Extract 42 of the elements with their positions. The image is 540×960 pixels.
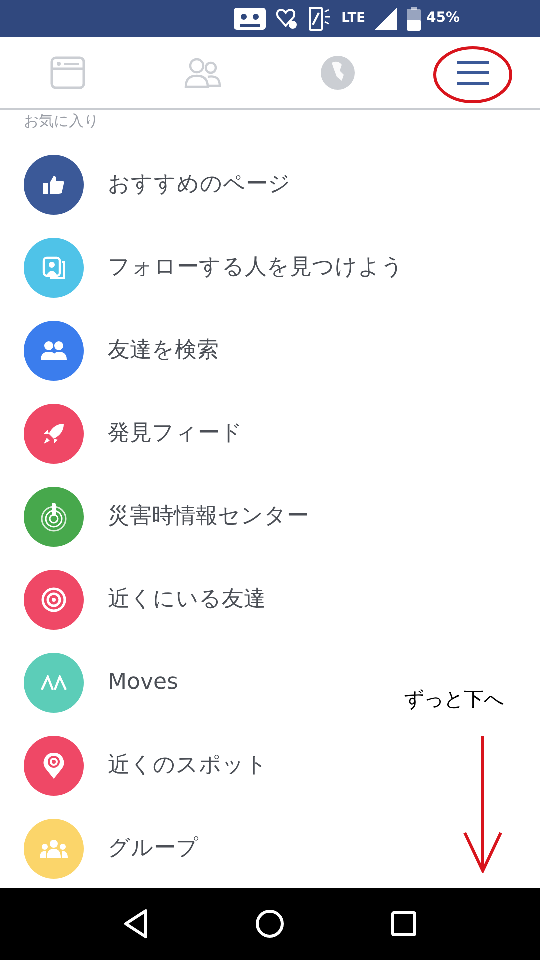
cassette-icon bbox=[234, 8, 266, 30]
menu-item-label: 近くにいる友達 bbox=[108, 586, 266, 614]
phone-vibrate-icon bbox=[308, 6, 332, 30]
menu-item[interactable]: 友達を検索 bbox=[0, 309, 227, 392]
menu-item-label: グループ bbox=[108, 835, 199, 863]
menu-item[interactable]: 発見フィード bbox=[0, 392, 251, 475]
people-icon bbox=[184, 56, 222, 88]
back-icon[interactable] bbox=[123, 909, 149, 939]
radar-icon bbox=[39, 502, 69, 532]
menu-item[interactable]: グループ bbox=[0, 807, 207, 888]
home-icon[interactable] bbox=[255, 909, 285, 939]
annotation-text: ずっと下へ bbox=[404, 686, 504, 713]
menu-item-label: フォローする人を見つけよう bbox=[108, 254, 404, 282]
menu-item-label: 災害時情報センター bbox=[108, 503, 309, 531]
contact-card-icon bbox=[42, 256, 66, 280]
recents-icon[interactable] bbox=[391, 911, 417, 937]
signal-icon bbox=[375, 8, 398, 30]
menu-item-label: 友達を検索 bbox=[108, 337, 219, 365]
rocket-icon bbox=[42, 422, 66, 446]
news-feed-icon bbox=[50, 56, 86, 90]
target-icon bbox=[41, 586, 67, 612]
menu-item-label: Moves bbox=[108, 669, 178, 697]
battery-percentage: 45% bbox=[426, 9, 460, 28]
group-icon bbox=[40, 838, 68, 858]
menu-item[interactable]: おすすめのページ bbox=[0, 143, 299, 226]
heart-alarm-icon bbox=[276, 8, 298, 30]
menu-item-label: 近くのスポット bbox=[108, 752, 268, 780]
menu-item[interactable]: フォローする人を見つけよう bbox=[0, 226, 412, 309]
menu-item[interactable]: 近くにいる友達 bbox=[0, 558, 274, 641]
menu-icon bbox=[456, 60, 488, 86]
location-pin-icon bbox=[43, 752, 65, 780]
network-type: LTE bbox=[342, 12, 366, 25]
menu-item[interactable]: 災害時情報センター bbox=[0, 475, 317, 558]
menu-item[interactable]: 近くのスポット bbox=[0, 724, 276, 807]
battery-icon bbox=[407, 6, 422, 30]
menu-item[interactable]: Moves bbox=[0, 641, 186, 724]
section-title: お気に入り bbox=[24, 111, 99, 132]
thumbs-up-icon bbox=[43, 174, 65, 194]
menu-item-label: おすすめのページ bbox=[108, 171, 291, 199]
people-icon bbox=[41, 340, 67, 360]
moves-logo-icon bbox=[40, 674, 68, 690]
menu-item-label: 発見フィード bbox=[108, 420, 243, 448]
